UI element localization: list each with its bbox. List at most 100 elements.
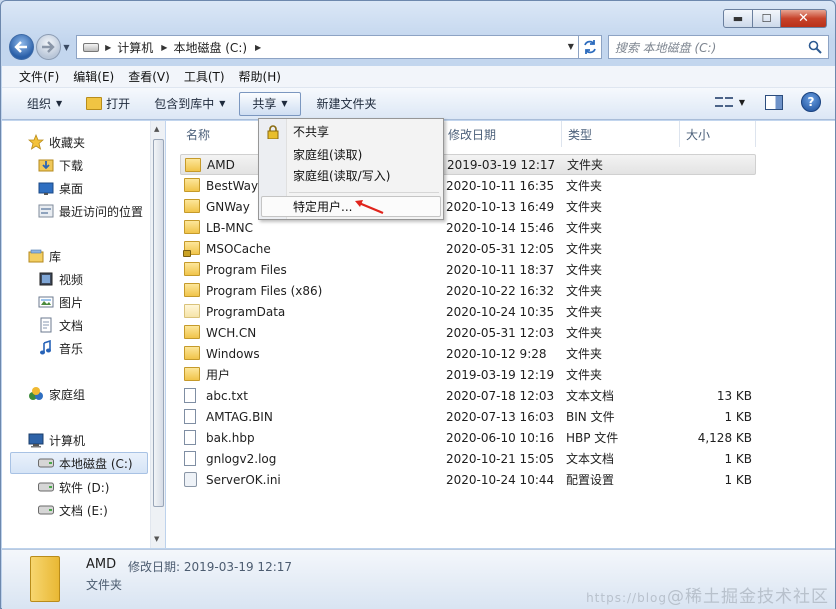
nav-drive-d[interactable]: 软件 (D:) bbox=[38, 476, 109, 498]
table-row[interactable]: LB-MNC 2020-10-14 15:46 文件夹 bbox=[180, 217, 756, 238]
open-button[interactable]: 打开 bbox=[78, 92, 138, 116]
table-row[interactable]: MSOCache 2020-05-31 12:05 文件夹 bbox=[180, 238, 756, 259]
table-row[interactable]: Program Files 2020-10-11 18:37 文件夹 bbox=[180, 259, 756, 280]
share-button[interactable]: 共享 ▼ bbox=[239, 91, 301, 116]
refresh-button[interactable] bbox=[578, 35, 602, 59]
nav-documents[interactable]: 文档 bbox=[38, 314, 83, 336]
details-meta-value: 2019-03-19 12:17 bbox=[183, 560, 293, 574]
scroll-down-icon[interactable]: ▼ bbox=[154, 535, 159, 543]
column-header-type[interactable]: 类型 bbox=[562, 121, 680, 147]
search-icon[interactable] bbox=[808, 40, 822, 54]
chevron-right-icon[interactable]: ▶ bbox=[255, 43, 261, 52]
table-row[interactable]: ProgramData 2020-10-24 10:35 文件夹 bbox=[180, 301, 756, 322]
folder-icon bbox=[184, 178, 200, 192]
menu-tools[interactable]: 工具(T) bbox=[184, 68, 225, 85]
nav-drive-e-label: 文档 (E:) bbox=[59, 503, 108, 518]
nav-computer[interactable]: 计算机 bbox=[28, 429, 85, 451]
help-icon[interactable]: ? bbox=[801, 92, 821, 112]
nav-drive-e[interactable]: 文档 (E:) bbox=[38, 499, 108, 521]
maximize-button[interactable]: ☐ bbox=[753, 9, 781, 28]
scroll-up-icon[interactable]: ▲ bbox=[154, 125, 159, 133]
file-type: 文件夹 bbox=[566, 368, 603, 382]
forward-button[interactable] bbox=[35, 34, 61, 60]
file-date: 2020-10-24 10:35 bbox=[446, 304, 555, 319]
include-in-library-button[interactable]: 包含到库中 ▼ bbox=[146, 92, 233, 116]
table-row[interactable]: Program Files (x86) 2020-10-22 16:32 文件夹 bbox=[180, 280, 756, 301]
chevron-down-icon[interactable]: ▼ bbox=[739, 98, 745, 107]
share-menu-specific-people[interactable]: 特定用户... bbox=[293, 196, 352, 216]
forward-arrow-icon bbox=[42, 41, 55, 53]
file-name: GNWay bbox=[206, 199, 250, 214]
nav-drive-c[interactable]: 本地磁盘 (C:) bbox=[10, 452, 148, 474]
nav-videos[interactable]: 视频 bbox=[38, 268, 83, 290]
preview-pane-icon[interactable] bbox=[765, 94, 783, 110]
column-header-size[interactable]: 大小 bbox=[680, 121, 756, 147]
table-row[interactable]: 用户 2019-03-19 12:19 文件夹 bbox=[180, 364, 756, 385]
table-row[interactable]: Windows 2020-10-12 9:28 文件夹 bbox=[180, 343, 756, 364]
details-meta: 修改日期: 2019-03-19 12:17 bbox=[128, 558, 292, 575]
share-label: 共享 bbox=[252, 97, 277, 111]
organize-button[interactable]: 组织 ▼ bbox=[19, 92, 70, 116]
file-date: 2020-06-10 10:16 bbox=[446, 430, 555, 445]
file-size: 4,128 KB bbox=[697, 430, 752, 445]
column-header-date[interactable]: 修改日期 bbox=[442, 121, 562, 147]
nav-favorites[interactable]: 收藏夹 bbox=[28, 131, 85, 153]
search-placeholder: 搜索 本地磁盘 (C:) bbox=[614, 40, 717, 55]
file-name: BestWay bbox=[206, 178, 259, 193]
downloads-folder-icon bbox=[38, 157, 54, 173]
open-label: 打开 bbox=[106, 97, 131, 111]
nav-pictures[interactable]: 图片 bbox=[38, 291, 83, 313]
menu-edit[interactable]: 编辑(E) bbox=[73, 68, 114, 85]
table-row[interactable]: ServerOK.ini 2020-10-24 10:44 配置设置 1 KB bbox=[180, 469, 756, 490]
nav-homegroup[interactable]: 家庭组 bbox=[28, 383, 85, 405]
table-row[interactable]: WCH.CN 2020-05-31 12:03 文件夹 bbox=[180, 322, 756, 343]
breadcrumb-drive-c[interactable]: 本地磁盘 (C:) bbox=[173, 39, 247, 56]
nav-desktop[interactable]: 桌面 bbox=[38, 177, 83, 199]
recent-pages-dropdown[interactable]: ▼ bbox=[61, 43, 72, 52]
minimize-button[interactable]: ▬ bbox=[723, 9, 753, 28]
menu-file[interactable]: 文件(F) bbox=[19, 68, 59, 85]
nav-scrollbar[interactable]: ▲ ▼ bbox=[150, 121, 165, 548]
table-row[interactable]: AMTAG.BIN 2020-07-13 16:03 BIN 文件 1 KB bbox=[180, 406, 756, 427]
share-menu: 不共享 家庭组(读取) 家庭组(读取/写入) 特定用户... bbox=[258, 118, 444, 220]
chevron-right-icon[interactable]: ▶ bbox=[105, 43, 111, 52]
nav-recent-places[interactable]: 最近访问的位置 bbox=[38, 200, 143, 222]
view-options-icon[interactable] bbox=[714, 95, 733, 109]
share-menu-homegroup-readwrite[interactable]: 家庭组(读取/写入) bbox=[293, 165, 390, 185]
nav-music[interactable]: 音乐 bbox=[38, 337, 83, 359]
text-file-icon bbox=[184, 451, 196, 466]
watermark-url: https://blog bbox=[586, 591, 667, 605]
nav-libraries[interactable]: 库 bbox=[28, 245, 61, 267]
new-folder-button[interactable]: 新建文件夹 bbox=[309, 92, 385, 116]
file-date: 2020-10-22 16:32 bbox=[446, 283, 555, 298]
menu-view[interactable]: 查看(V) bbox=[128, 68, 170, 85]
drive-icon bbox=[83, 42, 100, 52]
close-button[interactable]: ✕ bbox=[781, 9, 827, 28]
table-row[interactable]: abc.txt 2020-07-18 12:03 文本文档 13 KB bbox=[180, 385, 756, 406]
include-label: 包含到库中 bbox=[154, 97, 215, 111]
table-row[interactable]: gnlogv2.log 2020-10-21 15:05 文本文档 1 KB bbox=[180, 448, 756, 469]
file-type: 文件夹 bbox=[566, 305, 603, 319]
chevron-right-icon[interactable]: ▶ bbox=[161, 43, 167, 52]
file-date: 2020-10-24 10:44 bbox=[446, 472, 555, 487]
nav-scrollbar-thumb[interactable] bbox=[153, 139, 164, 507]
share-menu-homegroup-read[interactable]: 家庭组(读取) bbox=[293, 144, 362, 164]
address-dropdown-icon[interactable]: ▼ bbox=[568, 42, 574, 51]
table-row[interactable]: bak.hbp 2020-06-10 10:16 HBP 文件 4,128 KB bbox=[180, 427, 756, 448]
file-date: 2020-10-13 16:49 bbox=[446, 199, 555, 214]
file-name: ServerOK.ini bbox=[206, 472, 281, 487]
menu-help[interactable]: 帮助(H) bbox=[239, 68, 281, 85]
share-menu-nobody[interactable]: 不共享 bbox=[293, 121, 329, 141]
details-meta-label: 修改日期: bbox=[128, 560, 181, 574]
file-type: 文件夹 bbox=[567, 158, 604, 172]
back-button[interactable] bbox=[9, 34, 34, 60]
nav-downloads[interactable]: 下载 bbox=[38, 154, 83, 176]
address-bar[interactable]: ▶ 计算机 ▶ 本地磁盘 (C:) ▶ ▼ bbox=[76, 35, 579, 59]
breadcrumb-computer[interactable]: 计算机 bbox=[117, 39, 153, 56]
text-file-icon bbox=[184, 388, 196, 403]
locked-folder-icon bbox=[183, 241, 200, 257]
folder-icon bbox=[185, 158, 201, 172]
nav-homegroup-label: 家庭组 bbox=[49, 387, 86, 402]
file-date: 2020-10-11 18:37 bbox=[446, 262, 555, 277]
search-input[interactable]: 搜索 本地磁盘 (C:) bbox=[607, 35, 830, 59]
